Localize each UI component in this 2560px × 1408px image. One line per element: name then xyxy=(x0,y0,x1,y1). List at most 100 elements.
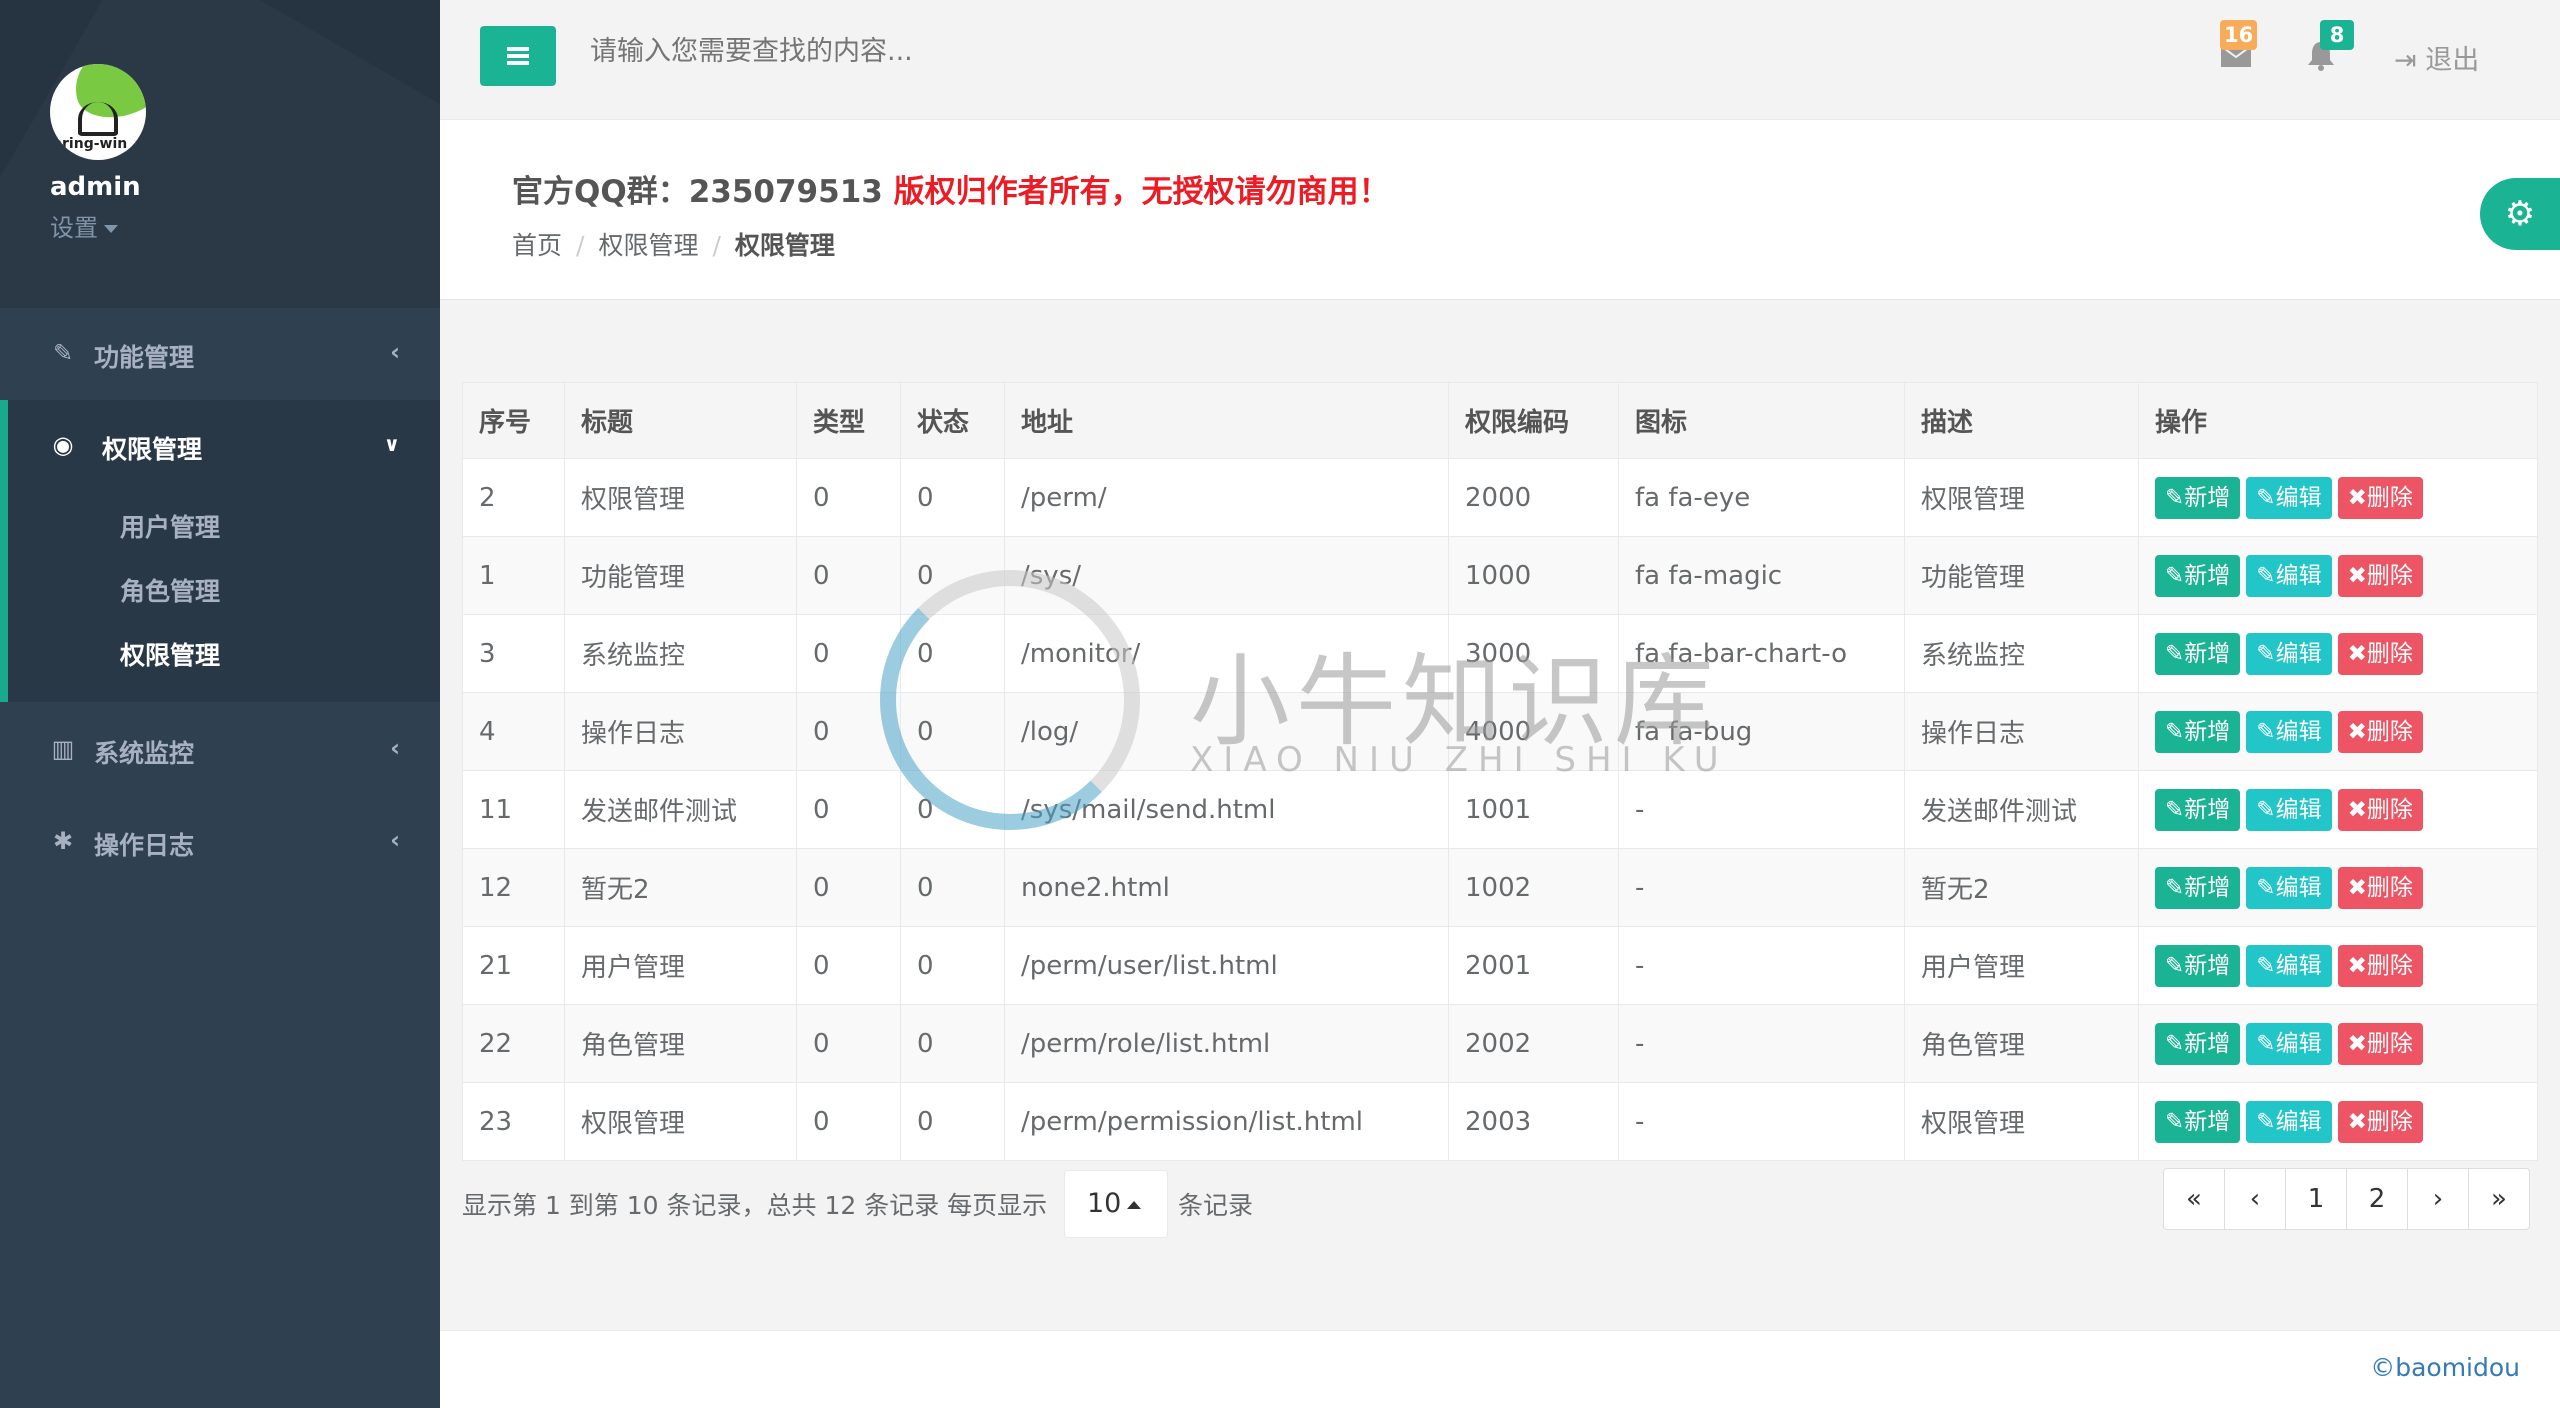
username[interactable]: admin xyxy=(50,172,141,202)
delete-button[interactable]: ✖删除 xyxy=(2337,1100,2423,1143)
page-title: 官方QQ群：235079513 版权归作者所有，无授权请勿商用！ xyxy=(512,166,1390,211)
table-cell: 0 xyxy=(900,848,1005,927)
page-size-value: 10 xyxy=(1087,1188,1122,1219)
delete-button[interactable]: ✖删除 xyxy=(2337,1022,2423,1065)
sub-item-user-management[interactable]: 用户管理 xyxy=(120,508,220,544)
edit-button[interactable]: ✎编辑 xyxy=(2246,1100,2332,1143)
magic-wand-icon: ✎ xyxy=(52,339,74,367)
page-next[interactable]: › xyxy=(2407,1168,2469,1230)
edit-button[interactable]: ✎编辑 xyxy=(2246,788,2332,831)
add-button[interactable]: ✎新增 xyxy=(2155,554,2241,597)
table-cell: 功能管理 xyxy=(1904,536,2139,615)
breadcrumb-item[interactable]: 权限管理 xyxy=(598,231,698,260)
edit-button[interactable]: ✎编辑 xyxy=(2246,710,2332,753)
pencil-icon: ✎ xyxy=(2165,562,2185,589)
add-button[interactable]: ✎新增 xyxy=(2155,476,2241,519)
add-button[interactable]: ✎新增 xyxy=(2155,788,2241,831)
table-cell: 0 xyxy=(796,926,901,1005)
column-header[interactable]: 图标 xyxy=(1618,382,1905,459)
mail-notification[interactable]: 16 xyxy=(2220,20,2258,74)
page-1[interactable]: 1 xyxy=(2285,1168,2347,1230)
theme-settings-button[interactable]: ⚙ xyxy=(2480,178,2560,250)
column-header[interactable]: 序号 xyxy=(462,382,565,459)
table-cell: 1001 xyxy=(1448,770,1619,849)
button-label: 新增 xyxy=(2184,718,2231,745)
edit-button[interactable]: ✎编辑 xyxy=(2246,632,2332,675)
table-cell: 22 xyxy=(462,1004,565,1083)
nav-item-operation-log[interactable]: ✱ 操作日志 ‹ xyxy=(0,796,440,888)
table-cell: 2003 xyxy=(1448,1082,1619,1161)
table-cell: 11 xyxy=(462,770,565,849)
column-header[interactable]: 地址 xyxy=(1004,382,1449,459)
add-button[interactable]: ✎新增 xyxy=(2155,710,2241,753)
pencil-icon: ✎ xyxy=(2256,1108,2276,1135)
copyright-warning: 版权归作者所有，无授权请勿商用！ xyxy=(893,174,1390,210)
table-cell: 0 xyxy=(900,614,1005,693)
button-label: 删除 xyxy=(2366,484,2413,511)
sub-item-permission-management[interactable]: 权限管理 xyxy=(120,636,220,672)
footer-copyright[interactable]: ©baomidou xyxy=(2370,1353,2520,1382)
column-header[interactable]: 标题 xyxy=(564,382,797,459)
page-last[interactable]: » xyxy=(2468,1168,2530,1230)
chevron-left-icon: ‹ xyxy=(390,734,400,762)
edit-button[interactable]: ✎编辑 xyxy=(2246,554,2332,597)
table-cell: /sys/mail/send.html xyxy=(1004,770,1449,849)
table-row: 12 暂无2 0 0 none2.html 1002- 暂无2 ✎新增 ✎编辑 ✖删除 xyxy=(462,848,2538,927)
edit-button[interactable]: ✎编辑 xyxy=(2246,1022,2332,1065)
column-header[interactable]: 权限编码 xyxy=(1448,382,1619,459)
edit-button[interactable]: ✎编辑 xyxy=(2246,476,2332,519)
search-input[interactable] xyxy=(590,36,1290,67)
breadcrumb-current: 权限管理 xyxy=(734,231,835,260)
edit-button[interactable]: ✎编辑 xyxy=(2246,866,2332,909)
add-button[interactable]: ✎新增 xyxy=(2155,632,2241,675)
delete-button[interactable]: ✖删除 xyxy=(2337,710,2423,753)
table-cell: 暂无2 xyxy=(1904,848,2139,927)
delete-button[interactable]: ✖删除 xyxy=(2337,788,2423,831)
settings-dropdown[interactable]: 设置 xyxy=(50,208,118,243)
avatar[interactable]: pring-win xyxy=(50,64,146,160)
nav-label: 系统监控 xyxy=(94,739,195,768)
nav-item-permission-management[interactable]: ◉ 权限管理 ∨ 用户管理 角色管理 权限管理 xyxy=(0,400,440,702)
page-first[interactable]: « xyxy=(2163,1168,2225,1230)
table-cell: - xyxy=(1618,848,1905,927)
logo-mark xyxy=(78,102,118,136)
actions-cell: ✎新增 ✎编辑 ✖删除 xyxy=(2138,848,2538,927)
page-prev[interactable]: ‹ xyxy=(2224,1168,2286,1230)
nav-item-system-monitor[interactable]: ▥ 系统监控 ‹ xyxy=(0,704,440,796)
pencil-icon: ✎ xyxy=(2256,952,2276,979)
delete-button[interactable]: ✖删除 xyxy=(2337,866,2423,909)
column-header[interactable]: 类型 xyxy=(796,382,901,459)
bug-icon: ✱ xyxy=(52,827,74,855)
table-cell: 1 xyxy=(462,536,565,615)
table-cell: /monitor/ xyxy=(1004,614,1449,693)
delete-button[interactable]: ✖删除 xyxy=(2337,554,2423,597)
delete-button[interactable]: ✖删除 xyxy=(2337,632,2423,675)
button-label: 编辑 xyxy=(2275,874,2322,901)
profile-panel: pring-win admin 设置 xyxy=(0,0,440,308)
edit-button[interactable]: ✎编辑 xyxy=(2246,944,2332,987)
button-label: 编辑 xyxy=(2275,1108,2322,1135)
sub-item-role-management[interactable]: 角色管理 xyxy=(120,572,220,608)
page-size-dropdown[interactable]: 10 xyxy=(1064,1170,1168,1238)
column-header[interactable]: 状态 xyxy=(900,382,1005,459)
logout-button[interactable]: ⇥ 退出 xyxy=(2394,38,2479,77)
button-label: 新增 xyxy=(2184,796,2231,823)
delete-button[interactable]: ✖删除 xyxy=(2337,476,2423,519)
menu-toggle-button[interactable] xyxy=(480,26,556,86)
add-button[interactable]: ✎新增 xyxy=(2155,944,2241,987)
breadcrumb-home[interactable]: 首页 xyxy=(512,231,562,260)
breadcrumb-separator: / xyxy=(712,231,721,260)
column-header[interactable]: 描述 xyxy=(1904,382,2139,459)
button-label: 删除 xyxy=(2366,1108,2413,1135)
alert-notification[interactable]: 8 xyxy=(2306,20,2354,74)
table-cell: /sys/ xyxy=(1004,536,1449,615)
add-button[interactable]: ✎新增 xyxy=(2155,866,2241,909)
table-cell: fa fa-eye xyxy=(1618,458,1905,537)
times-icon: ✖ xyxy=(2347,874,2367,901)
nav-item-function-management[interactable]: ✎ 功能管理 ‹ xyxy=(0,308,440,400)
mail-count-badge: 16 xyxy=(2220,20,2258,50)
add-button[interactable]: ✎新增 xyxy=(2155,1100,2241,1143)
delete-button[interactable]: ✖删除 xyxy=(2337,944,2423,987)
page-2[interactable]: 2 xyxy=(2346,1168,2408,1230)
add-button[interactable]: ✎新增 xyxy=(2155,1022,2241,1065)
